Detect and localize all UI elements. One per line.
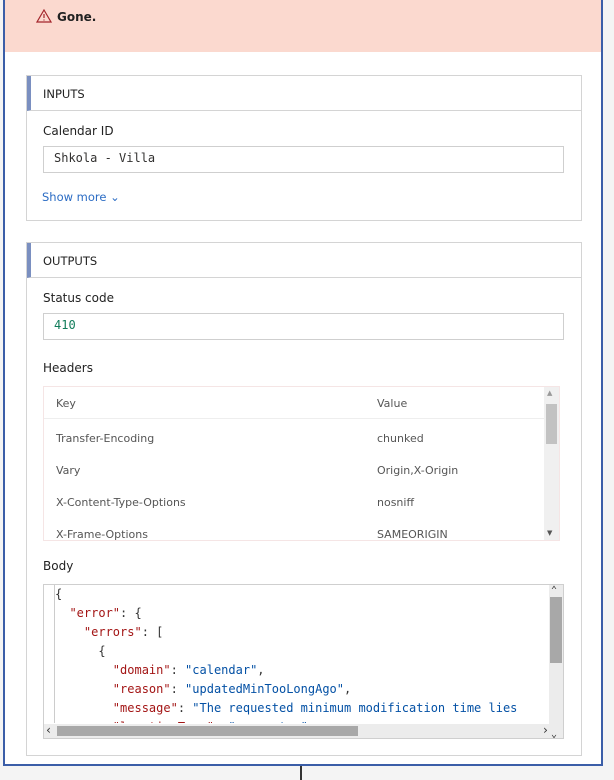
code-line: "locationType": "parameter", [55,718,550,723]
outputs-header[interactable]: OUTPUTS [27,243,581,278]
header-value: SAMEORIGIN [377,528,448,541]
code-line: "reason": "updatedMinTooLongAgo", [112,682,352,696]
scroll-right-icon[interactable]: › [542,723,549,737]
code-line: "errors": [ [83,625,164,639]
column-value: Value [377,397,408,410]
inputs-header[interactable]: INPUTS [27,76,581,111]
body-code-viewer[interactable]: { "error": { "errors": [ { "domain": "ca… [43,584,564,739]
header-key: Transfer-Encoding [56,432,155,445]
action-details-card: Gone. INPUTS Calendar ID Shkola - Villa … [3,0,603,766]
scroll-thumb[interactable] [546,404,557,444]
headers-scrollbar[interactable]: ▲ ▼ [544,387,559,540]
code-line: { [55,644,106,658]
header-value: nosniff [377,496,415,509]
code-line: { [55,587,63,601]
scroll-thumb[interactable] [57,726,358,736]
status-code-label: Status code [43,291,114,305]
headers-label: Headers [43,361,93,375]
header-key: Vary [56,464,81,477]
chevron-down-icon: ⌄ [110,190,120,204]
header-value: chunked [377,432,424,445]
header-value: Origin,X-Origin [377,464,459,477]
code-line: "error": { [69,606,142,620]
body-vertical-scrollbar[interactable]: ⌃ ⌄ [549,585,563,738]
table-row: X-Frame-Options SAMEORIGIN [44,518,544,541]
header-key: X-Frame-Options [56,528,148,541]
scroll-down-icon[interactable]: ▼ [547,529,552,537]
scroll-thumb[interactable] [550,597,562,663]
table-row: Vary Origin,X-Origin [44,454,544,486]
error-banner: Gone. [5,0,601,52]
json-body: { "error": { "errors": [ { "domain": "ca… [54,585,550,723]
calendar-id-label: Calendar ID [43,124,114,138]
outputs-section: OUTPUTS Status code 410 Headers Key Value… [26,242,582,756]
inputs-section: INPUTS Calendar ID Shkola - Villa Show m… [26,75,582,221]
scroll-up-icon[interactable]: ▲ [547,389,552,397]
scroll-left-icon[interactable]: ‹ [45,723,52,737]
body-label: Body [43,559,74,573]
headers-table: Key Value Transfer-Encoding chunked Vary Or… [43,386,560,541]
calendar-id-field[interactable]: Shkola - Villa [43,146,564,173]
flow-connector [300,766,302,780]
show-more-link[interactable]: Show more ⌄ [42,190,120,204]
code-line: "message": "The requested minimum modifi… [112,701,518,715]
table-row: X-Content-Type-Options nosniff [44,486,544,518]
header-key: X-Content-Type-Options [56,496,186,509]
code-line: "domain": "calendar", [112,663,265,677]
error-message: Gone. [57,10,97,24]
status-code-field[interactable]: 410 [43,313,564,340]
show-more-label: Show more [42,190,107,204]
scroll-up-icon[interactable]: ⌃ [551,585,557,596]
table-row: Transfer-Encoding chunked [44,422,544,454]
warning-icon [36,9,52,23]
scroll-down-icon[interactable]: ⌄ [551,729,557,738]
body-horizontal-scrollbar[interactable]: ‹ › [44,723,551,738]
column-key: Key [56,397,76,410]
headers-table-header: Key Value [44,387,544,419]
